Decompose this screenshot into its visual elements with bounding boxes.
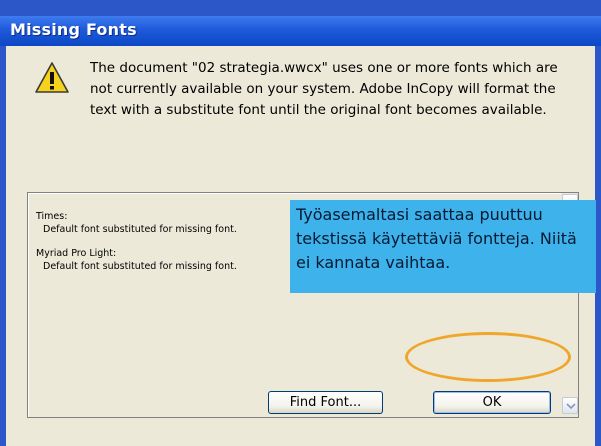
find-font-button[interactable]: Find Font... [268,391,383,414]
title-bar[interactable]: Missing Fonts [0,16,601,46]
dialog-title: Missing Fonts [10,20,137,39]
missing-fonts-dialog: Missing Fonts The document "02 strategia… [0,0,601,446]
chevron-down-icon [566,403,576,410]
missing-fonts-message: The document "02 strategia.wwcx" uses on… [90,60,558,118]
ok-button[interactable]: OK [433,391,551,414]
scroll-down-button[interactable] [562,397,578,414]
list-item[interactable]: Myriad Pro Light: Default font substitut… [36,247,237,273]
font-status: Default font substituted for missing fon… [43,261,237,272]
annotation-callout: Työasemaltasi saattaa puuttuu tekstissä … [290,200,596,293]
font-name: Myriad Pro Light: [36,248,117,259]
warning-icon [35,62,69,93]
font-status: Default font substituted for missing fon… [43,224,237,235]
list-item[interactable]: Times: Default font substituted for miss… [36,210,237,236]
font-name: Times: [36,211,68,222]
